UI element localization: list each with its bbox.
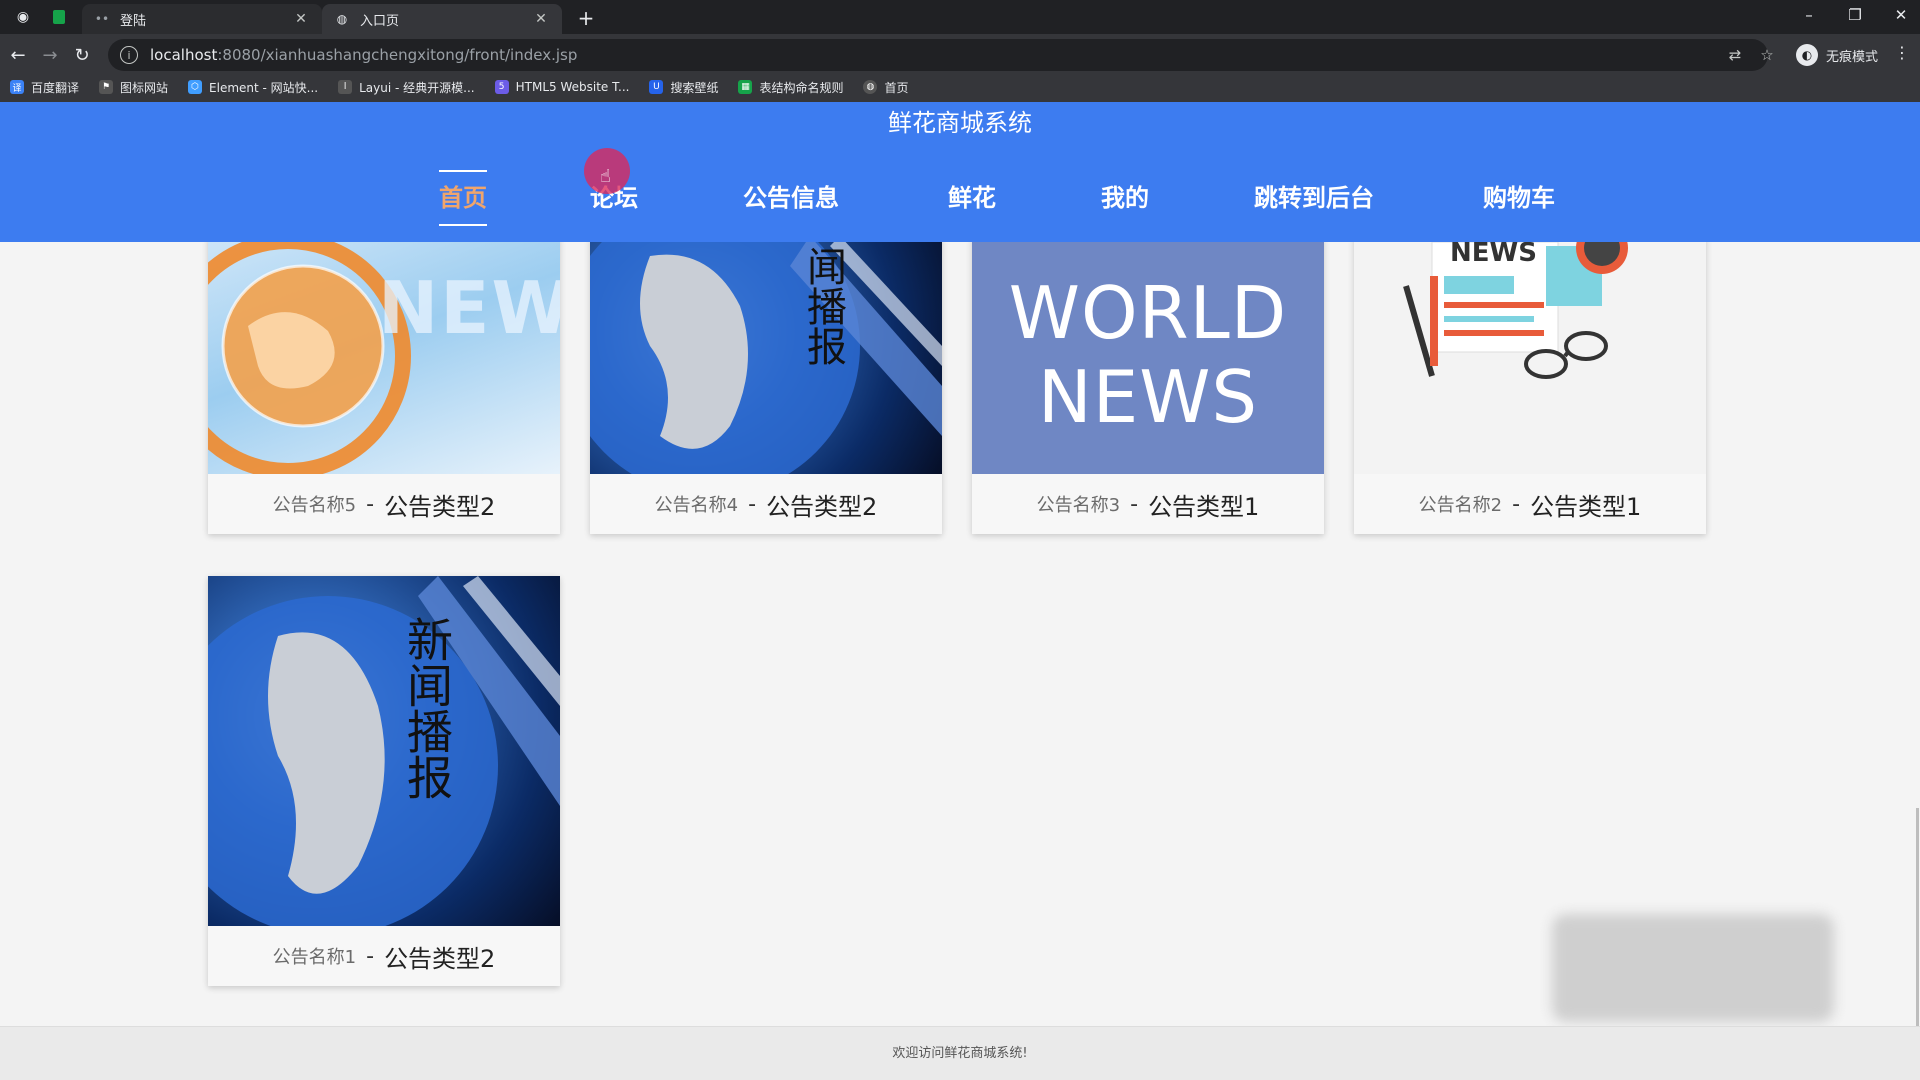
bookmark-item[interactable]: l Layui - 经典开源模... xyxy=(338,79,475,96)
incognito-profile-button[interactable]: ◐ 无痕模式 xyxy=(1796,41,1878,69)
notice-image: 闻播报 xyxy=(590,242,942,474)
translate-icon[interactable]: ⇄ xyxy=(1724,44,1746,66)
notice-card[interactable]: 新闻播报 公告名称1 - 公告类型2 xyxy=(208,576,560,986)
browser-toolbar: ← → ↻ i localhost:8080/xianhuashangcheng… xyxy=(0,34,1920,102)
wallpaper-icon: U xyxy=(649,80,664,94)
caption-separator: - xyxy=(366,943,375,969)
bookmark-item[interactable]: 译百度翻译 xyxy=(10,79,79,96)
bookmark-item[interactable]: ▦ 表结构命名规则 xyxy=(738,79,843,96)
browser-menu-icon[interactable]: ⋮ xyxy=(1894,43,1910,62)
close-window-button[interactable]: ✕ xyxy=(1878,0,1920,30)
minimize-button[interactable]: – xyxy=(1786,0,1832,30)
html5-icon: 5 xyxy=(494,80,509,94)
main-nav: 首页 论坛 公告信息 鲜花 我的 跳转到后台 购物车 xyxy=(0,144,1920,242)
thumb-world-news-text: NEWS xyxy=(1037,355,1259,439)
bookmark-item[interactable]: ⚑ 图标网站 xyxy=(99,79,168,96)
caption-separator: - xyxy=(1512,491,1521,517)
globe-illustration xyxy=(208,576,560,926)
chrome-menu-icon[interactable]: ◉ xyxy=(12,6,34,28)
newspaper-illustration xyxy=(1403,242,1628,379)
scrollbar-thumb[interactable] xyxy=(1916,808,1919,1026)
thumb-paper-text: NEWS xyxy=(1450,242,1537,268)
notice-image: WORLD NEWS xyxy=(972,242,1324,474)
notice-card[interactable]: NEWS 公告名称2 - 公告类型1 xyxy=(1354,242,1706,534)
notice-caption: 公告名称2 - 公告类型1 xyxy=(1354,474,1706,534)
nav-announcements[interactable]: 公告信息 xyxy=(743,144,839,242)
notice-type: 公告类型2 xyxy=(766,492,878,521)
nav-admin[interactable]: 跳转到后台 xyxy=(1254,144,1374,242)
site-info-icon[interactable]: i xyxy=(120,46,138,64)
globe-icon: ◍ xyxy=(863,80,878,94)
caption-separator: - xyxy=(1130,491,1139,517)
notice-type: 公告类型2 xyxy=(384,944,496,973)
blurred-watermark xyxy=(1552,914,1834,1022)
translate-bookmark-icon: 译 xyxy=(10,80,24,94)
incognito-icon: ◐ xyxy=(1796,44,1818,66)
notice-grid: NEWS 公告名称5 - 公告类型2 闻播报 公告名称4 - 公告类型2 WOR… xyxy=(0,242,1920,1026)
back-arrow-icon[interactable]: ← xyxy=(4,41,32,69)
tab-close-icon[interactable]: ✕ xyxy=(532,10,550,28)
nav-mine[interactable]: 我的 xyxy=(1101,144,1149,242)
bookmarks-bar: 译百度翻译 ⚑ 图标网站 ⬡ Element - 网站快... l Layui - 经… xyxy=(0,72,929,102)
notice-type: 公告类型1 xyxy=(1530,492,1642,521)
site-title: 鲜花商城系统 xyxy=(888,109,1032,137)
notice-name: 公告名称5 xyxy=(272,495,357,516)
tab-login[interactable]: •• 登陆 ✕ xyxy=(82,4,322,34)
forward-arrow-icon[interactable]: → xyxy=(36,41,64,69)
bookmark-item[interactable]: 5 HTML5 Website T... xyxy=(494,80,629,94)
bookmark-item[interactable]: ◍ 首页 xyxy=(863,79,909,96)
tab-label: 登陆 xyxy=(120,13,147,29)
bookmark-item[interactable]: U 搜索壁纸 xyxy=(649,79,718,96)
notice-type: 公告类型1 xyxy=(1148,492,1260,521)
nav-home[interactable]: 首页 xyxy=(439,144,487,242)
address-bar[interactable]: i localhost:8080/xianhuashangchengxitong… xyxy=(108,39,1768,71)
bookmark-item[interactable]: ⬡ Element - 网站快... xyxy=(188,79,318,96)
globe-illustration xyxy=(590,242,942,474)
flag-icon: ⚑ xyxy=(99,80,114,94)
restore-button[interactable]: ❐ xyxy=(1832,0,1878,30)
notice-image: NEWS xyxy=(208,242,560,474)
notice-name: 公告名称4 xyxy=(654,495,739,516)
sheet-icon: ▦ xyxy=(738,80,753,94)
notice-image: 新闻播报 xyxy=(208,576,560,926)
tab-loading-icon: •• xyxy=(94,12,110,26)
caption-separator: - xyxy=(748,491,757,517)
url-path: :8080/xianhuashangchengxitong/front/inde… xyxy=(217,46,578,64)
browser-tab-bar: ◉ •• 登陆 ✕ ◍ 入口页 ✕ + – ❐ ✕ xyxy=(0,0,1920,34)
thumb-broadcast-text: 新闻播报 xyxy=(400,616,454,800)
incognito-label: 无痕模式 xyxy=(1826,49,1879,65)
element-logo-icon: ⬡ xyxy=(188,80,203,94)
caption-separator: - xyxy=(366,491,375,517)
nav-cart[interactable]: 购物车 xyxy=(1483,144,1555,242)
notice-caption: 公告名称3 - 公告类型1 xyxy=(972,474,1324,534)
globe-icon: ◍ xyxy=(336,12,348,26)
tab-label: 入口页 xyxy=(360,13,400,29)
notice-name: 公告名称1 xyxy=(272,947,357,968)
notice-type: 公告类型2 xyxy=(384,492,496,521)
site-header: 鲜花商城系统 首页 论坛 公告信息 鲜花 我的 跳转到后台 购物车 xyxy=(0,102,1920,242)
tab-close-icon[interactable]: ✕ xyxy=(292,10,310,28)
notice-card[interactable]: WORLD NEWS 公告名称3 - 公告类型1 xyxy=(972,242,1324,534)
notice-card[interactable]: NEWS 公告名称5 - 公告类型2 xyxy=(208,242,560,534)
layui-logo-icon: l xyxy=(338,80,353,94)
thumb-news-text: NEWS xyxy=(378,266,560,350)
tab-index[interactable]: ◍ 入口页 ✕ xyxy=(322,4,562,34)
thumb-world-text: WORLD xyxy=(1008,271,1288,355)
pinned-tab-sheet-icon[interactable] xyxy=(48,6,70,28)
bookmark-star-icon[interactable]: ☆ xyxy=(1756,44,1778,66)
nav-flowers[interactable]: 鲜花 xyxy=(948,144,996,242)
hand-cursor-icon: ☝ xyxy=(600,166,611,187)
notice-caption: 公告名称1 - 公告类型2 xyxy=(208,926,560,986)
notice-name: 公告名称2 xyxy=(1418,495,1503,516)
notice-card[interactable]: 闻播报 公告名称4 - 公告类型2 xyxy=(590,242,942,534)
notice-name: 公告名称3 xyxy=(1036,495,1121,516)
thumb-broadcast-text: 闻播报 xyxy=(800,246,846,366)
notice-caption: 公告名称4 - 公告类型2 xyxy=(590,474,942,534)
new-tab-button[interactable]: + xyxy=(574,6,598,30)
notice-image: NEWS xyxy=(1354,242,1706,474)
notice-caption: 公告名称5 - 公告类型2 xyxy=(208,474,560,534)
reload-icon[interactable]: ↻ xyxy=(68,41,96,69)
site-footer: 欢迎访问鲜花商城系统! xyxy=(0,1026,1920,1080)
url-host: localhost xyxy=(150,46,218,64)
